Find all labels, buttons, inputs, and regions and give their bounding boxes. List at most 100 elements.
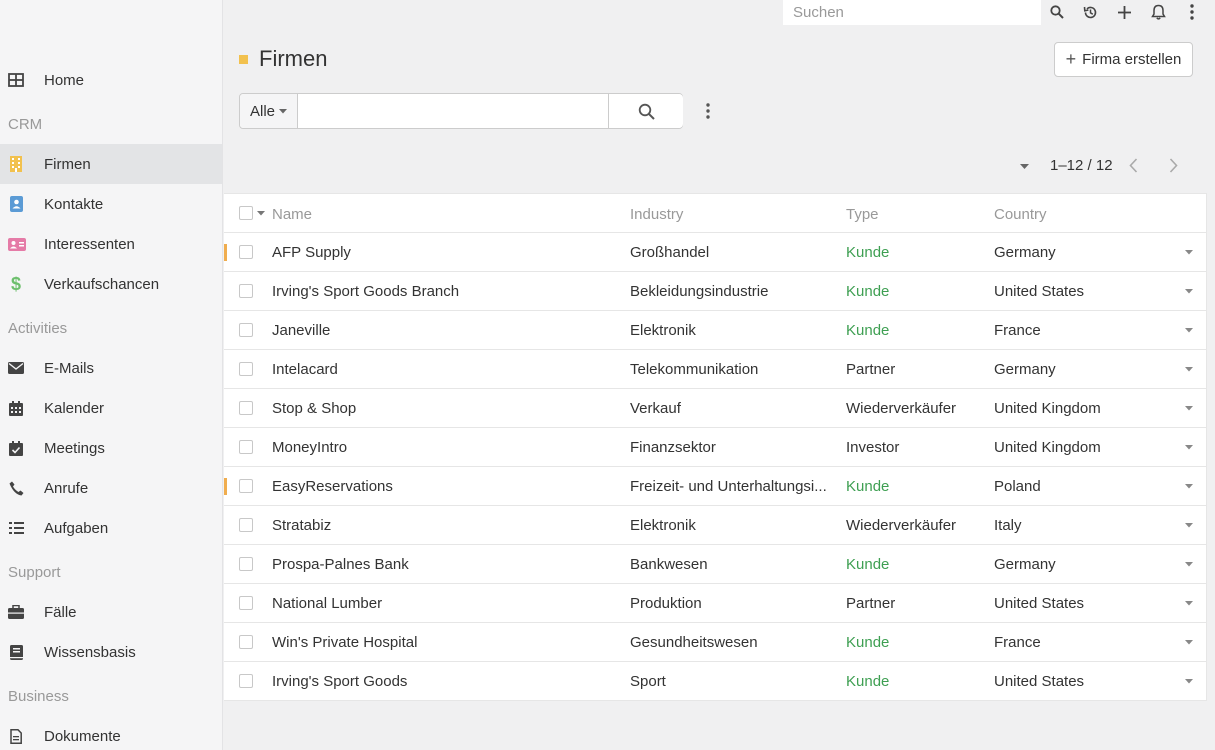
filter-search-button[interactable] <box>608 94 683 128</box>
sidebar-item-anrufe[interactable]: Anrufe <box>0 468 222 508</box>
row-actions-caret-icon[interactable] <box>1184 443 1194 451</box>
cell-industry: Großhandel <box>630 244 710 261</box>
cell-name[interactable]: AFP Supply <box>272 244 612 261</box>
row-checkbox[interactable] <box>239 284 253 298</box>
row-actions-caret-icon[interactable] <box>1184 404 1194 412</box>
sidebar-item-meetings[interactable]: Meetings <box>0 428 222 468</box>
sidebar-item-interessenten[interactable]: Interessenten <box>0 224 222 264</box>
chevron-right-icon[interactable] <box>1165 155 1181 175</box>
row-checkbox[interactable] <box>239 557 253 571</box>
cell-country: Germany <box>994 244 1056 261</box>
table-row[interactable]: National Lumber Produktion Partner United S… <box>224 584 1207 623</box>
building-icon <box>8 156 24 172</box>
plus-icon[interactable] <box>1115 3 1133 21</box>
row-actions-caret-icon[interactable] <box>1184 326 1194 334</box>
cell-name[interactable]: Irving's Sport Goods Branch <box>272 283 612 300</box>
table-row[interactable]: Janeville Elektronik Kunde France <box>224 311 1207 350</box>
cell-name[interactable]: Stratabiz <box>272 517 612 534</box>
caret-down-icon <box>279 108 288 114</box>
row-checkbox[interactable] <box>239 323 253 337</box>
table-row[interactable]: EasyReservations Freizeit- und Unterhaltu… <box>224 467 1207 506</box>
column-header-country[interactable]: Country <box>994 206 1047 223</box>
row-checkbox[interactable] <box>239 596 253 610</box>
row-checkbox[interactable] <box>239 674 253 688</box>
row-checkbox[interactable] <box>239 245 253 259</box>
select-all-checkbox[interactable] <box>239 206 253 220</box>
cell-name[interactable]: EasyReservations <box>272 478 612 495</box>
cell-industry: Elektronik <box>630 517 696 534</box>
cell-name[interactable]: Prospa-Palnes Bank <box>272 556 612 573</box>
row-actions-caret-icon[interactable] <box>1184 521 1194 529</box>
row-actions-caret-icon[interactable] <box>1184 638 1194 646</box>
table-row[interactable]: Intelacard Telekommunikation Partner German… <box>224 350 1207 389</box>
sidebar-item-dokumente[interactable]: Dokumente <box>0 716 222 750</box>
envelope-icon <box>8 360 24 376</box>
chevron-left-icon[interactable] <box>1125 155 1141 175</box>
filter-text-input[interactable] <box>298 94 608 128</box>
row-actions-caret-icon[interactable] <box>1184 677 1194 685</box>
table-row[interactable]: AFP Supply Großhandel Kunde Germany <box>224 233 1207 272</box>
table-row[interactable]: Prospa-Palnes Bank Bankwesen Kunde Germany <box>224 545 1207 584</box>
column-header-type[interactable]: Type <box>846 206 879 223</box>
row-checkbox[interactable] <box>239 362 253 376</box>
cell-industry: Telekommunikation <box>630 361 759 378</box>
row-checkbox[interactable] <box>239 401 253 415</box>
sidebar-item-label: Home <box>44 71 85 89</box>
sidebar-group-crm: CRM <box>8 116 43 133</box>
table-row[interactable]: Irving's Sport Goods Branch Bekleidungsin… <box>224 272 1207 311</box>
row-actions-caret-icon[interactable] <box>1184 482 1194 490</box>
cell-name[interactable]: National Lumber <box>272 595 612 612</box>
sidebar-item-verkaufschancen[interactable]: $ Verkaufschancen <box>0 264 222 304</box>
cell-country: United Kingdom <box>994 400 1101 417</box>
table-header: Name Industry Type Country <box>224 194 1207 233</box>
cell-name[interactable]: Irving's Sport Goods <box>272 673 612 690</box>
column-header-industry[interactable]: Industry <box>630 206 683 223</box>
kebab-icon[interactable] <box>1183 3 1201 21</box>
global-search-input[interactable] <box>783 0 1041 25</box>
create-company-label: Firma erstellen <box>1082 51 1182 68</box>
cell-name[interactable]: MoneyIntro <box>272 439 612 456</box>
row-actions-caret-icon[interactable] <box>1184 287 1194 295</box>
search-icon[interactable] <box>1048 3 1066 21</box>
caret-down-icon[interactable] <box>256 209 266 217</box>
row-checkbox[interactable] <box>239 518 253 532</box>
row-actions-caret-icon[interactable] <box>1184 248 1194 256</box>
sidebar-item-home[interactable]: Home <box>0 60 222 100</box>
sidebar-item-wissensbasis[interactable]: Wissensbasis <box>0 632 222 672</box>
filter-actions-kebab-icon[interactable] <box>700 102 716 120</box>
page-title-marker <box>239 55 248 64</box>
table-row[interactable]: Stratabiz Elektronik Wiederverkäufer Italy <box>224 506 1207 545</box>
bell-icon[interactable] <box>1149 3 1167 21</box>
history-icon[interactable] <box>1081 3 1099 21</box>
row-actions-caret-icon[interactable] <box>1184 365 1194 373</box>
row-checkbox[interactable] <box>239 440 253 454</box>
row-actions-caret-icon[interactable] <box>1184 560 1194 568</box>
sidebar-item-faelle[interactable]: Fälle <box>0 592 222 632</box>
create-company-button[interactable]: + Firma erstellen <box>1054 42 1193 77</box>
cell-country: France <box>994 634 1041 651</box>
sidebar-item-kontakte[interactable]: Kontakte <box>0 184 222 224</box>
sidebar-item-aufgaben[interactable]: Aufgaben <box>0 508 222 548</box>
cell-type: Kunde <box>846 634 890 651</box>
sidebar-item-kalender[interactable]: Kalender <box>0 388 222 428</box>
cell-type: Kunde <box>846 283 890 300</box>
table-row[interactable]: MoneyIntro Finanzsektor Investor United Kin… <box>224 428 1207 467</box>
column-header-name[interactable]: Name <box>272 206 312 223</box>
cell-name[interactable]: Stop & Shop <box>272 400 612 417</box>
cell-country: United States <box>994 673 1085 690</box>
row-checkbox[interactable] <box>239 479 253 493</box>
cell-country: United Kingdom <box>994 439 1101 456</box>
pagination-dropdown-icon[interactable] <box>1018 160 1030 172</box>
table-row[interactable]: Stop & Shop Verkauf Wiederverkäufer United … <box>224 389 1207 428</box>
sidebar-item-firmen[interactable]: Firmen <box>0 144 222 184</box>
table-row[interactable]: Win's Private Hospital Gesundheitswesen Ku… <box>224 623 1207 662</box>
cell-name[interactable]: Win's Private Hospital <box>272 634 612 651</box>
sidebar-item-emails[interactable]: E-Mails <box>0 348 222 388</box>
cell-name[interactable]: Janeville <box>272 322 612 339</box>
cell-name[interactable]: Intelacard <box>272 361 612 378</box>
row-checkbox[interactable] <box>239 635 253 649</box>
filter-select[interactable]: Alle <box>240 94 298 128</box>
table-row[interactable]: Irving's Sport Goods Sport Kunde United Sta… <box>224 662 1207 701</box>
row-actions-caret-icon[interactable] <box>1184 599 1194 607</box>
cell-industry: Bekleidungsindustrie <box>630 283 769 300</box>
